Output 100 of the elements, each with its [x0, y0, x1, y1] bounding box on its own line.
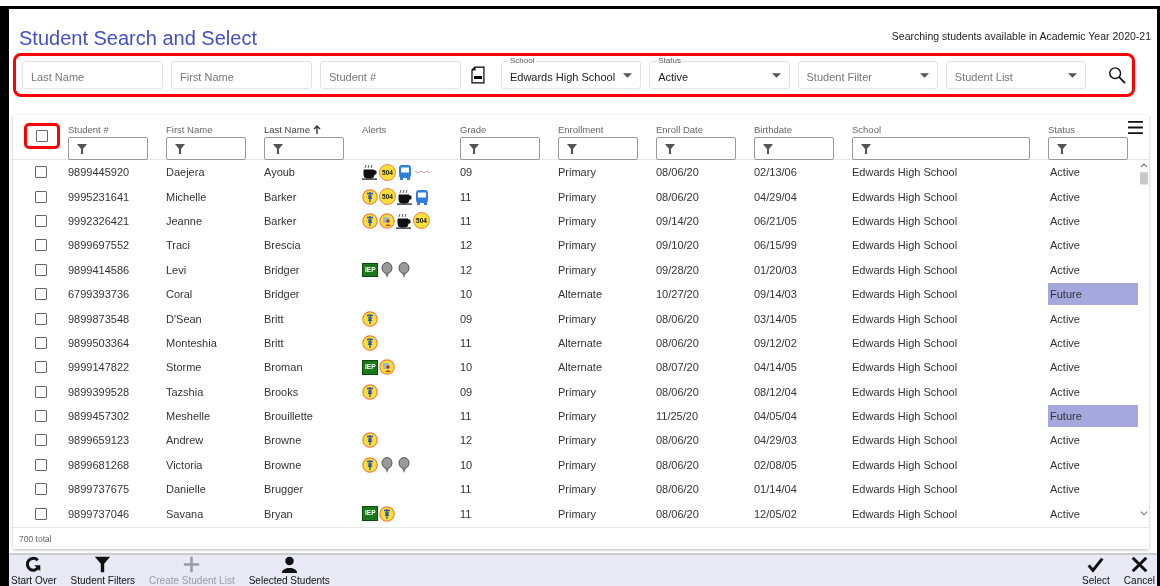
table-cell-text: 11 [460, 483, 473, 496]
table-cell-text: 10 [460, 288, 474, 301]
table-cell-text: 08/06/20 [656, 507, 700, 520]
table-cell-text: Primary [558, 458, 597, 471]
column-header[interactable]: Last Name [264, 123, 310, 135]
pin-icon [396, 261, 413, 278]
csv-file-icon[interactable] [471, 66, 485, 84]
academic-year-note: Searching students available in Academic Year 2020-21 [891, 30, 1151, 42]
table-cell-text: 02/08/05 [754, 458, 798, 471]
toolbar-button[interactable]: Selected Students [248, 556, 330, 586]
medical-alert-icon [362, 310, 378, 327]
status-cell-text: Active [1049, 457, 1081, 473]
person-icon [280, 556, 298, 573]
row-checkbox[interactable] [34, 458, 47, 471]
table-cell-text: Ayoub [264, 166, 296, 179]
input-field[interactable]: Last Name [22, 61, 163, 89]
table-cell-text: 9899681268 [68, 458, 131, 471]
menu-icon[interactable] [1128, 121, 1143, 134]
column-filter-field[interactable] [754, 137, 834, 160]
table-cell-text: Levi [166, 263, 188, 276]
row-checkbox[interactable] [34, 312, 47, 325]
row-checkbox[interactable] [34, 288, 47, 301]
toolbar-button[interactable]: Select [1082, 556, 1110, 586]
search-icon[interactable] [1108, 66, 1126, 84]
table-cell-text: Edwards High School [852, 312, 959, 325]
toolbar-button[interactable]: Cancel [1123, 556, 1155, 586]
column-filter-field[interactable] [264, 137, 344, 160]
column-header[interactable]: Student # [68, 123, 109, 135]
table-cell-text: Primary [558, 385, 597, 398]
refresh-icon [25, 556, 43, 573]
table-cell-text: 04/29/03 [754, 434, 798, 447]
table-cell-text: Alternate [558, 361, 604, 374]
table-cell-text: Bryan [264, 507, 294, 520]
column-header[interactable]: Alerts [362, 123, 387, 135]
table-cell-text: 12 [460, 263, 474, 276]
column-filter-field[interactable] [68, 137, 148, 160]
row-checkbox[interactable] [34, 166, 47, 179]
table-cell-text: 09 [460, 312, 474, 325]
row-checkbox[interactable] [34, 361, 47, 374]
bus-icon [397, 164, 413, 181]
table-cell-text: Primary [558, 434, 597, 447]
table-cell-text: Edwards High School [852, 410, 959, 423]
select-all-checkbox[interactable] [35, 130, 48, 142]
table-cell-text: 04/29/04 [754, 190, 798, 203]
table-cell-text: Edwards High School [852, 434, 959, 447]
column-header[interactable]: Grade [460, 123, 487, 135]
column-header[interactable]: Enrollment [558, 123, 604, 135]
row-checkbox[interactable] [34, 239, 47, 252]
coffee-cup-icon [362, 164, 378, 181]
row-checkbox[interactable] [34, 483, 47, 496]
table-cell-text: Savana [166, 507, 205, 520]
table-cell-text: 09 [460, 166, 474, 179]
table-cell-text: 11/25/20 [656, 410, 699, 423]
column-filter-field[interactable] [166, 137, 246, 160]
column-filter-field[interactable] [852, 137, 1030, 160]
row-checkbox[interactable] [34, 410, 47, 423]
dropdown-field[interactable]: Student List [945, 61, 1087, 89]
table-cell-text: 08/12/04 [754, 385, 798, 398]
column-filter-field[interactable] [460, 137, 540, 160]
table-cell-text: Britt [264, 336, 285, 349]
column-header[interactable]: School [852, 123, 882, 135]
row-checkbox[interactable] [34, 214, 47, 227]
input-field[interactable]: First Name [171, 61, 312, 89]
toolbar-button[interactable]: Start Over [11, 556, 57, 586]
table-cell-text: Edwards High School [852, 288, 959, 301]
table-cell-text: Jeanne [166, 214, 204, 227]
input-field[interactable]: Student # [320, 61, 461, 89]
status-cell-text: Active [1049, 213, 1081, 229]
pin-icon [379, 261, 396, 278]
table-cell-text: Brooks [264, 385, 300, 398]
toolbar-button[interactable]: Student Filters [70, 556, 136, 586]
status-cell-text: Active [1049, 360, 1081, 376]
table-cell-text: Edwards High School [852, 385, 959, 398]
medical-alert-icon [362, 188, 378, 205]
column-header[interactable]: Status [1048, 123, 1075, 135]
column-header[interactable]: First Name [166, 123, 213, 135]
row-checkbox[interactable] [34, 190, 47, 203]
column-header[interactable]: Birthdate [754, 123, 793, 135]
row-checkbox[interactable] [34, 434, 47, 447]
caret-icon [919, 72, 929, 78]
row-checkbox[interactable] [34, 336, 47, 349]
row-checkbox[interactable] [34, 385, 47, 398]
medical-alert-icon [362, 456, 378, 473]
column-filter-field[interactable] [558, 137, 638, 160]
row-checkbox[interactable] [34, 263, 47, 276]
status-cell-text: Active [1049, 165, 1081, 181]
column-filter-field[interactable] [656, 137, 736, 160]
table-cell-text: Brouillette [264, 410, 314, 423]
filter-icon [94, 556, 112, 573]
status-cell-text: Active [1049, 482, 1081, 498]
row-checkbox[interactable] [34, 507, 47, 520]
column-filter-field[interactable] [1048, 137, 1128, 160]
table-cell-text: Browne [264, 434, 303, 447]
column-header[interactable]: Enroll Date [656, 123, 703, 135]
table-cell-text: Edwards High School [852, 361, 959, 374]
table-cell-text: 08/06/20 [656, 190, 700, 203]
table-cell-text: 11 [460, 507, 473, 520]
table-cell-text: 10 [460, 458, 474, 471]
table-cell-text: Edwards High School [852, 458, 959, 471]
dropdown-field[interactable]: Student Filter [797, 61, 938, 89]
